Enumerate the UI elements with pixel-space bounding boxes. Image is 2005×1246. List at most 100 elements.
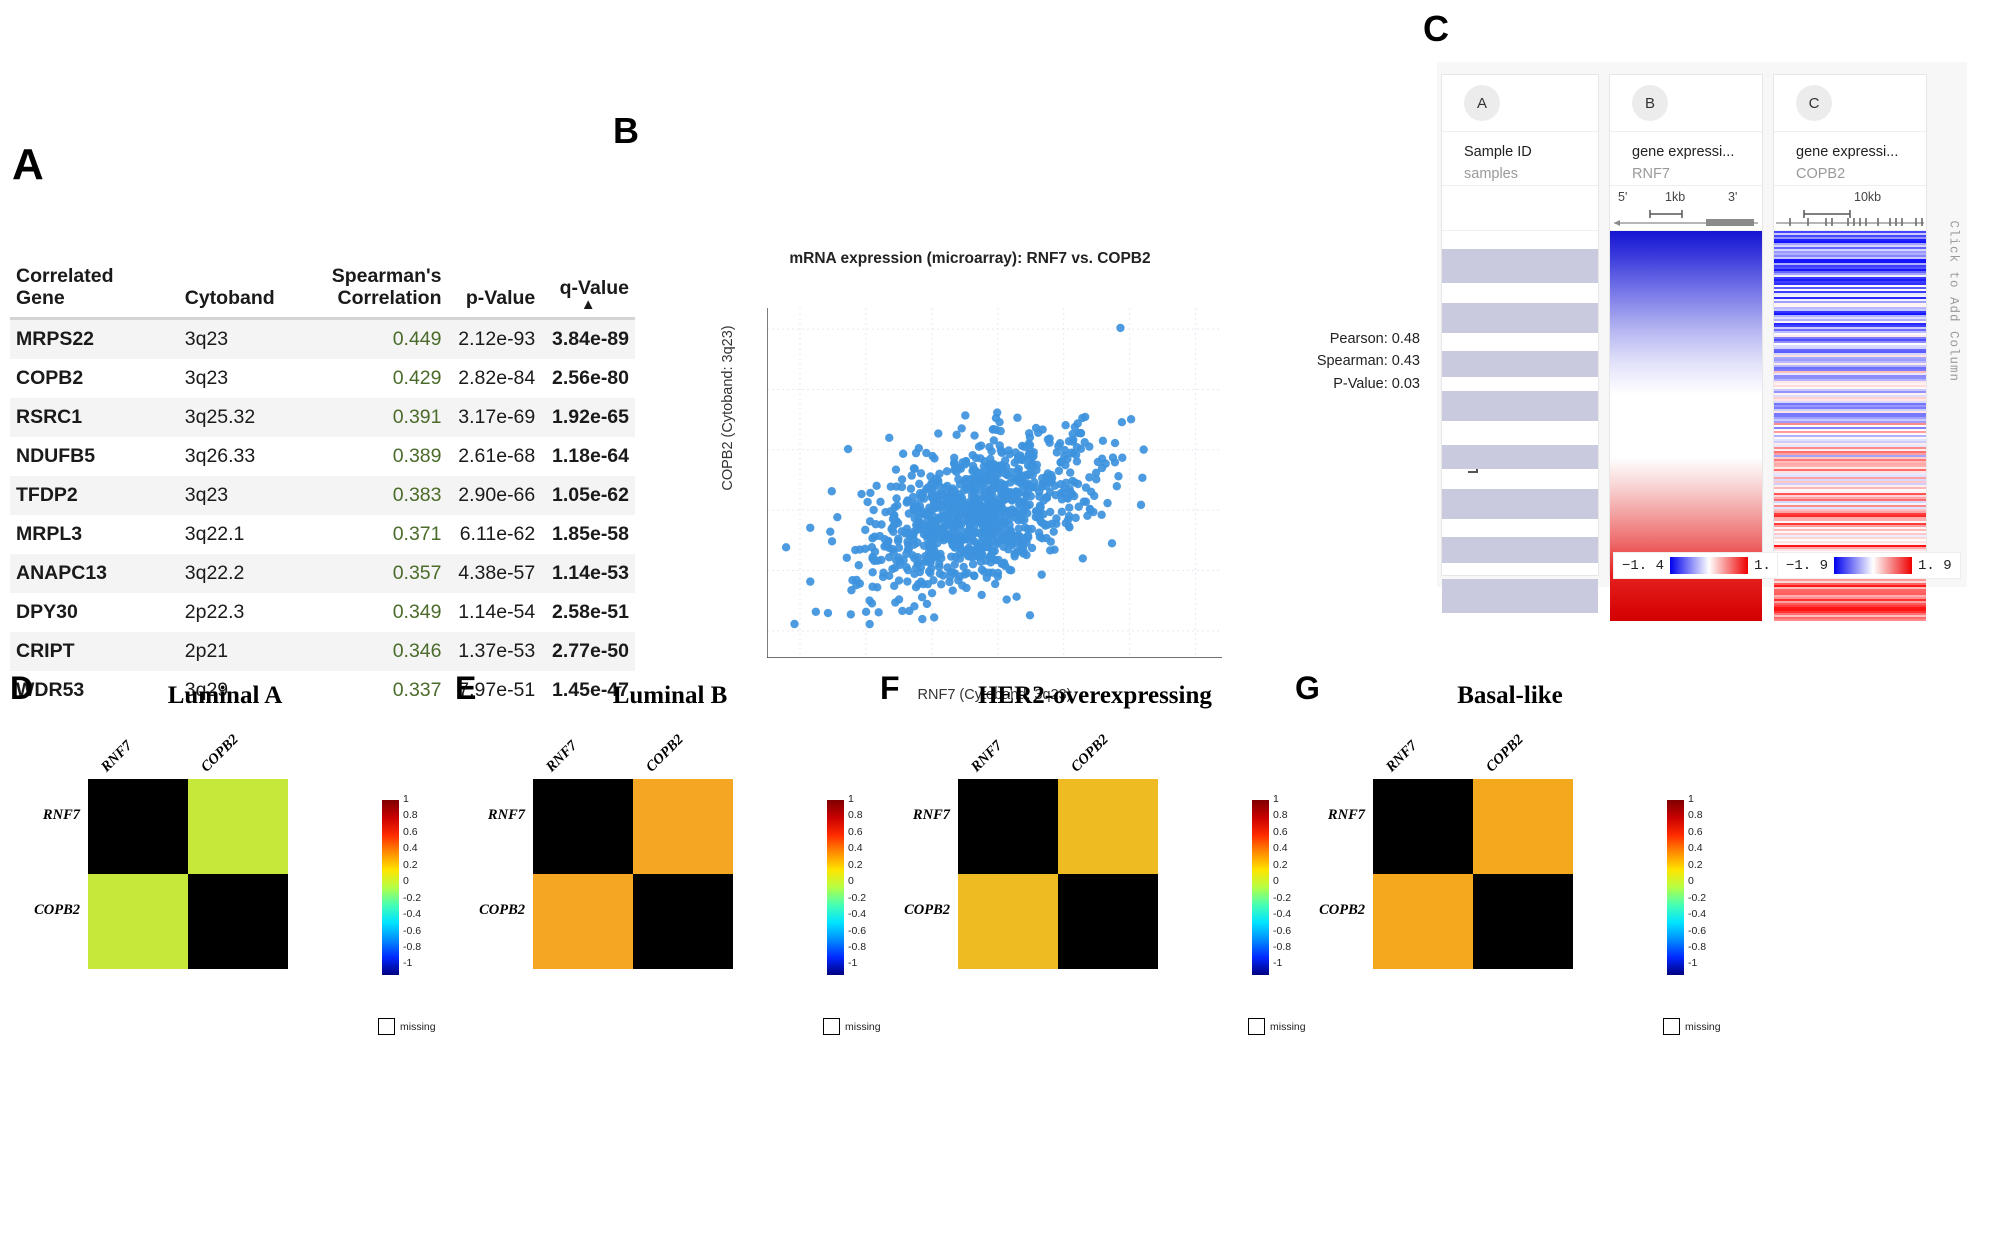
oncoprint-column-rnf7[interactable]: B gene expressi... RNF7 5' 1kb 3' bbox=[1609, 74, 1763, 621]
matrix-col-label: RNF7 bbox=[1382, 737, 1421, 776]
matrix-col-label: RNF7 bbox=[97, 737, 136, 776]
sort-ascending-icon: ▲ bbox=[580, 295, 596, 313]
table-row[interactable]: DPY30 2p22.3 0.349 1.14e-54 2.58e-51 bbox=[10, 592, 635, 632]
matrix-cell[interactable] bbox=[1473, 874, 1573, 969]
missing-label: missing bbox=[400, 1020, 436, 1033]
colorbar-gradient bbox=[1667, 800, 1684, 975]
matrix-cell[interactable] bbox=[1373, 874, 1473, 969]
cell-gene: RSRC1 bbox=[16, 405, 83, 428]
colorbar-tick-label: -1 bbox=[1688, 957, 1698, 970]
colorbar-tick-label: 0.2 bbox=[1273, 858, 1288, 871]
cell-q-value: 1.14e-53 bbox=[552, 561, 629, 584]
table-row[interactable]: ANAPC13 3q22.2 0.357 4.38e-57 1.14e-53 bbox=[10, 553, 635, 593]
matrix-cell[interactable] bbox=[88, 874, 188, 969]
correlation-matrix bbox=[88, 779, 288, 969]
missing-label: missing bbox=[1685, 1020, 1721, 1033]
colorbar-tick-label: 0.8 bbox=[1273, 809, 1288, 822]
matrix-wrapper: RNF7 COPB2 RNF7 COPB2 bbox=[479, 732, 733, 969]
table-row[interactable]: MRPL3 3q22.1 0.371 6.11e-62 1.85e-58 bbox=[10, 514, 635, 554]
colorbar-tick-label: 0.4 bbox=[1273, 842, 1288, 855]
correlation-matrix bbox=[533, 779, 733, 969]
matrix-row-label: COPB2 bbox=[1319, 902, 1365, 918]
column-header-correlated-gene[interactable]: Correlated Gene bbox=[10, 265, 179, 320]
colorbar-tick-label: -0.2 bbox=[1273, 891, 1292, 904]
colorbar-tick-label: -0.2 bbox=[403, 891, 422, 904]
matrix-cell[interactable] bbox=[958, 779, 1058, 874]
panel-letter-g: G bbox=[1295, 670, 1320, 706]
missing-swatch bbox=[1248, 1018, 1265, 1035]
samples-ruler-spacer bbox=[1442, 186, 1598, 231]
matrix-col-label: COPB2 bbox=[642, 731, 687, 776]
heatmap-title: Luminal A bbox=[167, 682, 283, 709]
missing-legend: missing bbox=[1663, 1018, 1721, 1035]
colorbar: 1 0.8 0.6 0.4 0.2 0 -0.2 -0.4 -0.6 -0.8 -1 bbox=[827, 794, 866, 975]
missing-legend: missing bbox=[823, 1018, 881, 1035]
colorbar: 1 0.8 0.6 0.4 0.2 0 -0.2 -0.4 -0.6 -0.8 -1 bbox=[1667, 794, 1706, 975]
colorbar-tick-label: -0.4 bbox=[403, 908, 422, 921]
ruler-scale-label-rnf7: 1kb bbox=[1665, 190, 1686, 204]
matrix-cell[interactable] bbox=[88, 779, 188, 874]
pearson-stat: Pearson: 0.48 bbox=[1329, 331, 1420, 347]
column-meta-copb2: gene expressi... COPB2 bbox=[1774, 132, 1926, 186]
table-row[interactable]: RSRC1 3q25.32 0.391 3.17e-69 1.92e-65 bbox=[10, 397, 635, 437]
correlation-stats-box: Pearson: 0.48 Spearman: 0.43 P-Value: 0.… bbox=[1230, 328, 1420, 395]
cell-gene: NDUFB5 bbox=[16, 444, 96, 467]
colorbar-tick-label: 1 bbox=[1273, 793, 1279, 805]
table-row[interactable]: NDUFB5 3q26.33 0.389 2.61e-68 1.18e-64 bbox=[10, 436, 635, 476]
cell-gene: COPB2 bbox=[16, 366, 84, 389]
cell-q-value: 2.58e-51 bbox=[552, 600, 629, 623]
pvalue-stat: P-Value: 0.03 bbox=[1333, 375, 1420, 392]
matrix-cell[interactable] bbox=[188, 779, 288, 874]
missing-swatch bbox=[1663, 1018, 1680, 1035]
cell-p-value: 3.17e-69 bbox=[458, 405, 536, 428]
sample-id-stripes[interactable]: 50 samples bbox=[1442, 231, 1598, 621]
add-column-label[interactable]: Click to Add Column bbox=[1947, 220, 1961, 382]
cell-q-value: 2.56e-80 bbox=[552, 366, 629, 389]
cell-spearman: 0.389 bbox=[392, 444, 442, 467]
colorbar-tick-label: 0.4 bbox=[403, 842, 418, 855]
table-row[interactable]: COPB2 3q23 0.429 2.82e-84 2.56e-80 bbox=[10, 358, 635, 398]
legend-max-copb2: 1. 9 bbox=[1918, 557, 1952, 574]
matrix-cell[interactable] bbox=[188, 874, 288, 969]
colorbar-ticks: 1 0.8 0.6 0.4 0.2 0 -0.2 -0.4 -0.6 -0.8 -1 bbox=[1688, 794, 1706, 969]
column-header-cytoband[interactable]: Cytoband bbox=[178, 265, 317, 320]
matrix-cell[interactable] bbox=[633, 779, 733, 874]
colorbar: 1 0.8 0.6 0.4 0.2 0 -0.2 -0.4 -0.6 -0.8 -1 bbox=[1252, 794, 1291, 975]
cell-gene: DPY30 bbox=[16, 600, 78, 623]
cell-p-value: 2.12e-93 bbox=[458, 327, 536, 350]
colorbar-tick-label: 0.6 bbox=[1688, 825, 1703, 838]
sample-stripe bbox=[1442, 249, 1598, 283]
missing-swatch bbox=[823, 1018, 840, 1035]
missing-label: missing bbox=[845, 1020, 881, 1033]
cell-cytoband: 3q23 bbox=[184, 327, 229, 350]
matrix-cell[interactable] bbox=[1373, 779, 1473, 874]
column-header-q-value[interactable]: q-Value ▲ bbox=[541, 265, 635, 320]
sample-stripe bbox=[1442, 351, 1598, 377]
matrix-cell[interactable] bbox=[958, 874, 1058, 969]
colorbar-gradient bbox=[1252, 800, 1269, 975]
matrix-cell[interactable] bbox=[1058, 874, 1158, 969]
panel-letter-f: F bbox=[880, 670, 900, 706]
cell-p-value: 1.14e-54 bbox=[458, 600, 536, 623]
cell-p-value: 6.11e-62 bbox=[459, 522, 536, 545]
column-header-p-value[interactable]: p-Value bbox=[447, 265, 542, 320]
heatmap-title: HER2-overexpressing bbox=[978, 682, 1212, 709]
matrix-cell[interactable] bbox=[1058, 779, 1158, 874]
matrix-row-label: RNF7 bbox=[487, 807, 525, 823]
cell-p-value: 2.61e-68 bbox=[458, 444, 536, 467]
column-header-spearman-correlation[interactable]: Spearman's Correlation bbox=[316, 265, 448, 320]
matrix-cell[interactable] bbox=[533, 779, 633, 874]
sample-stripe bbox=[1442, 489, 1598, 519]
oncoprint-column-samples[interactable]: A Sample ID samples 50 samples bbox=[1441, 74, 1599, 613]
legend-min-rnf7: −1. 4 bbox=[1622, 557, 1665, 574]
oncoprint-column-copb2[interactable]: C gene expressi... COPB2 10kb bbox=[1773, 74, 1927, 621]
matrix-cell[interactable] bbox=[533, 874, 633, 969]
cell-p-value: 2.90e-66 bbox=[458, 483, 536, 506]
matrix-cell[interactable] bbox=[633, 874, 733, 969]
matrix-wrapper: RNF7 COPB2 RNF7 COPB2 bbox=[34, 732, 288, 969]
table-row[interactable]: MRPS22 3q23 0.449 2.12e-93 3.84e-89 bbox=[10, 318, 635, 359]
colorbar-ticks: 1 0.8 0.6 0.4 0.2 0 -0.2 -0.4 -0.6 -0.8 -1 bbox=[1273, 794, 1291, 969]
table-row[interactable]: TFDP2 3q23 0.383 2.90e-66 1.05e-62 bbox=[10, 475, 635, 515]
matrix-cell[interactable] bbox=[1473, 779, 1573, 874]
sample-stripe bbox=[1442, 537, 1598, 563]
